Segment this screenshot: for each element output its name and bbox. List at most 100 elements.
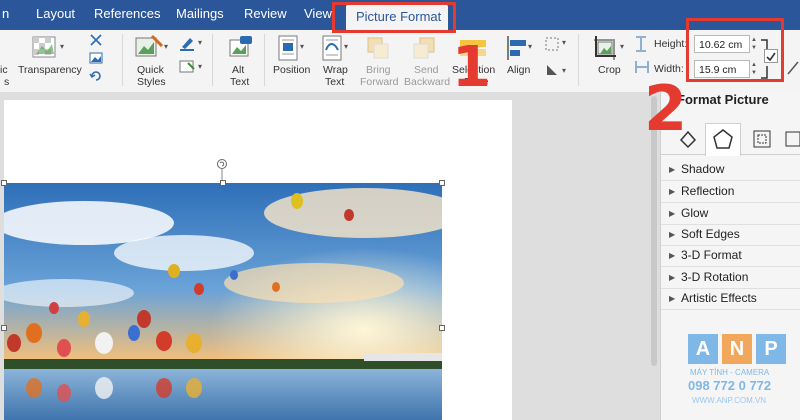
selected-picture[interactable] [4,183,442,420]
send-backward-label-1: Send [414,64,439,76]
ribbon-separator [122,34,123,86]
pane-title: Format Picture [677,92,769,107]
ribbon-separator [212,34,213,86]
chevron-down-icon[interactable]: ▾ [198,38,202,47]
bring-forward-label-1: Bring [366,64,391,76]
chevron-right-icon: ▶ [669,209,676,218]
pane-section-label: 3-D Rotation [681,270,749,284]
quick-styles-icon[interactable] [134,34,164,62]
align-label: Align [507,64,531,76]
tab-view[interactable]: View [304,6,332,21]
transparency-icon [32,36,56,58]
annotation-box-size-fields [686,18,784,82]
alt-text-label-2: Text [230,76,250,88]
chevron-down-icon[interactable]: ▾ [60,42,64,51]
alt-text-label-1: Alt [232,64,245,76]
transparency-label: Transparency [18,64,82,76]
align-icon[interactable] [504,34,530,62]
resize-handle-w[interactable] [1,325,7,331]
alt-text-icon[interactable] [226,34,254,62]
resize-handle-n[interactable] [220,180,226,186]
chevron-down-icon[interactable]: ▾ [562,38,566,47]
pentagon-effects-icon [713,129,733,149]
chevron-right-icon: ▶ [669,187,676,196]
position-label: Position [273,64,311,76]
chevron-down-icon[interactable]: ▾ [300,42,304,51]
pane-section-artistic-effects[interactable]: ▶ Artistic Effects [661,288,800,310]
picture-border-icon[interactable] [178,34,196,52]
tab-layout[interactable]: Layout [36,6,75,21]
wrap-text-icon[interactable] [320,34,346,62]
chevron-down-icon[interactable]: ▾ [620,42,624,51]
bring-forward-icon[interactable] [364,34,392,62]
rotate-icon[interactable] [544,62,560,78]
watermark-tagline: MÁY TÍNH - CAMERA [690,368,770,377]
resize-handle-ne[interactable] [439,180,445,186]
quick-styles-label-2: Styles [137,76,166,88]
height-label: Height: [654,38,688,50]
tab-mailings[interactable]: Mailings [176,6,224,21]
pane-section-label: 3-D Format [681,248,742,262]
balloon-landscape-image [4,183,442,420]
pane-section-label: Soft Edges [681,227,740,241]
picture-tab-icon[interactable] [783,128,800,150]
resize-handle-nw[interactable] [1,180,7,186]
pane-section-3d-rotation[interactable]: ▶ 3-D Rotation [661,267,800,289]
chevron-down-icon[interactable]: ▾ [528,42,532,51]
ribbon-separator [264,34,265,86]
tab-references[interactable]: References [94,6,160,21]
bring-forward-label-2: Forward [360,76,399,88]
position-icon[interactable] [276,34,302,62]
size-dialog-launcher-icon[interactable] [786,58,800,76]
watermark-phone: 098 772 0 772 [688,378,772,393]
chevron-right-icon: ▶ [669,294,676,303]
send-backward-icon[interactable] [410,34,438,62]
picture-effects-icon[interactable] [178,58,196,76]
layout-properties-icon[interactable] [751,128,773,150]
pane-section-soft-edges[interactable]: ▶ Soft Edges [661,224,800,246]
chevron-right-icon: ▶ [669,251,676,260]
partial-button-label-1: ic [0,64,8,76]
annotation-box-picture-format-tab [332,2,456,33]
tab-review[interactable]: Review [244,6,287,21]
watermark-site: WWW.ANP.COM.VN [692,396,767,405]
chevron-down-icon[interactable]: ▾ [164,42,168,51]
wrap-text-label-2: Text [325,76,345,88]
pane-section-glow[interactable]: ▶ Glow [661,203,800,225]
pane-section-label: Artistic Effects [681,291,757,305]
pane-section-label: Shadow [681,162,725,176]
pane-section-shadow[interactable]: ▶ Shadow [661,159,800,181]
wrap-text-label-1: Wrap [323,64,348,76]
chevron-right-icon: ▶ [669,230,676,239]
annotation-step-1: 1 [452,35,491,100]
crop-icon[interactable] [592,34,620,62]
watermark-letter: P [756,334,786,364]
watermark-letter: N [722,334,752,364]
height-icon [636,36,646,52]
transparency-button[interactable] [30,34,60,67]
quick-styles-label-1: Quick [137,64,164,76]
ribbon-separator [578,34,579,86]
resize-handle-e[interactable] [439,325,445,331]
partial-button-label-2: s [4,76,10,88]
pane-tab-effects[interactable] [705,123,741,156]
watermark-letter: A [688,334,718,364]
chevron-down-icon[interactable]: ▾ [344,42,348,51]
pane-section-label: Reflection [681,184,735,198]
chevron-right-icon: ▶ [669,165,676,174]
send-backward-label-2: Backward [404,76,451,88]
crop-label: Crop [598,64,621,76]
pane-section-3d-format[interactable]: ▶ 3-D Format [661,245,800,267]
chevron-right-icon: ▶ [669,273,676,282]
reset-picture-icon[interactable] [88,68,104,84]
anp-watermark-logo: A N P MÁY TÍNH - CAMERA 098 772 0 772 WW… [686,334,786,414]
chevron-down-icon[interactable]: ▾ [562,66,566,75]
tab-partial[interactable]: n [2,6,9,21]
pane-section-reflection[interactable]: ▶ Reflection [661,181,800,203]
chevron-down-icon[interactable]: ▾ [198,62,202,71]
compress-pictures-icon[interactable] [88,32,104,48]
annotation-step-2: 2 [644,72,688,145]
pane-section-label: Glow [681,206,709,220]
change-picture-icon[interactable] [88,50,104,66]
group-icon[interactable] [544,36,560,52]
